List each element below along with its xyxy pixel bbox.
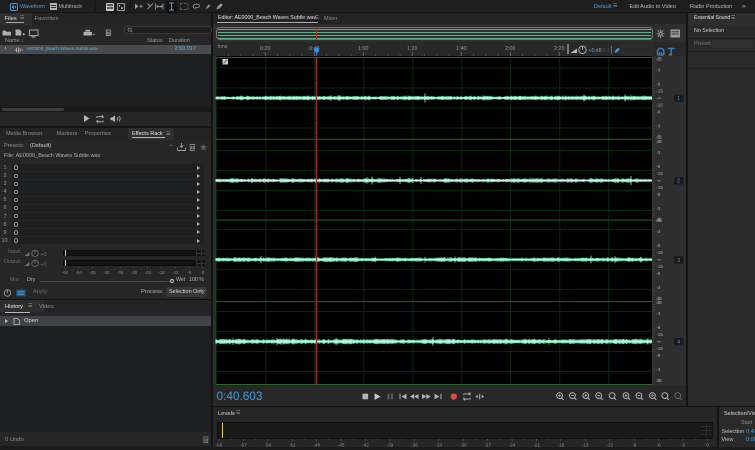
svg-text:dB: dB	[657, 57, 662, 62]
svg-text:1: 1	[677, 96, 680, 102]
svg-text:-15: -15	[657, 264, 664, 269]
svg-text:-∞: -∞	[657, 178, 662, 183]
svg-text:-15: -15	[657, 250, 664, 255]
svg-text:-3: -3	[657, 68, 661, 73]
svg-text:0: 0	[202, 270, 205, 275]
svg-text:0:20: 0:20	[260, 46, 270, 52]
svg-text:-15: -15	[657, 103, 664, 108]
svg-text:dB: dB	[657, 218, 662, 223]
svg-text:-9: -9	[657, 192, 661, 197]
svg-text:+0: +0	[41, 262, 47, 268]
svg-text:-9: -9	[657, 164, 661, 169]
svg-text:-9: -9	[657, 325, 661, 330]
svg-text:2: 2	[677, 179, 680, 185]
svg-text:-3: -3	[657, 367, 661, 372]
svg-text:-15: -15	[657, 185, 664, 190]
svg-text:4: 4	[677, 340, 680, 346]
svg-text:3: 3	[677, 258, 680, 264]
svg-text:+0: +0	[589, 47, 595, 53]
svg-text:-∞: -∞	[657, 339, 662, 344]
svg-text:-3: -3	[657, 124, 661, 129]
svg-text:-9: -9	[657, 110, 661, 115]
svg-text:-60: -60	[62, 270, 69, 275]
svg-text:-15: -15	[657, 346, 664, 351]
svg-text:-3: -3	[657, 206, 661, 211]
svg-text:2:20: 2:20	[554, 46, 564, 52]
svg-text:2:00: 2:00	[505, 46, 515, 52]
svg-text:1:20: 1:20	[407, 46, 417, 52]
svg-text:-3: -3	[657, 150, 661, 155]
svg-text:1:40: 1:40	[456, 46, 466, 52]
svg-text:-42: -42	[103, 270, 110, 275]
svg-text:-15: -15	[657, 89, 664, 94]
svg-text:-∞: -∞	[657, 96, 662, 101]
svg-text:dB: dB	[657, 378, 662, 383]
svg-text:dB: dB	[657, 139, 662, 144]
svg-text:-9: -9	[657, 353, 661, 358]
svg-text:-3: -3	[657, 229, 661, 234]
svg-text:-12: -12	[172, 270, 179, 275]
svg-text:+0: +0	[41, 252, 47, 258]
svg-text:-30: -30	[131, 270, 138, 275]
svg-text:-9: -9	[657, 243, 661, 248]
svg-text:-9: -9	[657, 271, 661, 276]
svg-text:1:00: 1:00	[358, 46, 368, 52]
svg-text:-36: -36	[117, 270, 124, 275]
svg-text:-15: -15	[657, 171, 664, 176]
svg-text:dB: dB	[596, 47, 603, 53]
svg-text:-24: -24	[145, 270, 152, 275]
svg-text:-6: -6	[187, 270, 191, 275]
svg-text:-54: -54	[76, 270, 83, 275]
svg-text:dB: dB	[657, 300, 662, 305]
svg-text:2:4: 2:4	[603, 47, 610, 53]
svg-text:-∞: -∞	[657, 257, 662, 262]
svg-text:-48: -48	[89, 270, 96, 275]
svg-text:-18: -18	[158, 270, 165, 275]
svg-text:-3: -3	[657, 285, 661, 290]
svg-text:-9: -9	[657, 82, 661, 87]
svg-text:-15: -15	[657, 332, 664, 337]
svg-text:-3: -3	[657, 311, 661, 316]
